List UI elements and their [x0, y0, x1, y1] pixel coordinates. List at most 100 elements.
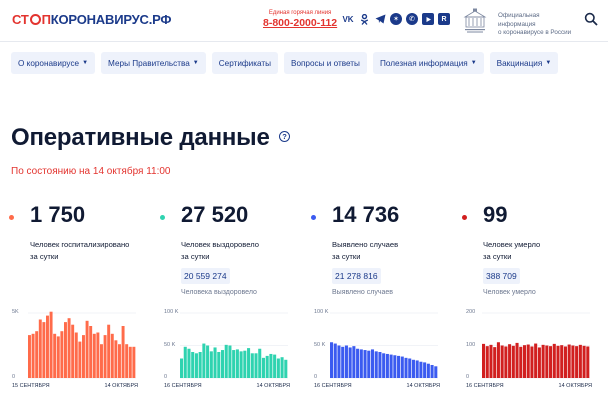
- chart-bar[interactable]: [389, 354, 393, 378]
- chart-bar[interactable]: [485, 346, 489, 378]
- chart-bar[interactable]: [191, 352, 195, 378]
- chart-bar[interactable]: [556, 345, 560, 378]
- chart-bar[interactable]: [545, 345, 549, 379]
- chart-bar[interactable]: [397, 355, 401, 378]
- chart-bar[interactable]: [71, 324, 75, 378]
- chart-bar[interactable]: [537, 347, 541, 378]
- chart-bar[interactable]: [213, 347, 217, 378]
- chart-bar[interactable]: [74, 332, 78, 379]
- chart-bar[interactable]: [284, 359, 288, 378]
- chart-bar[interactable]: [367, 350, 371, 378]
- chart-bar[interactable]: [114, 340, 118, 378]
- chart-bar[interactable]: [504, 346, 508, 378]
- chart-bar[interactable]: [356, 348, 360, 378]
- chart-bar[interactable]: [56, 336, 60, 378]
- chart-bar[interactable]: [426, 363, 430, 378]
- chart-bar[interactable]: [103, 335, 107, 378]
- chart-bar[interactable]: [385, 353, 389, 378]
- chart-bar[interactable]: [46, 315, 49, 378]
- chart-bar[interactable]: [269, 353, 273, 378]
- chart-bar[interactable]: [515, 342, 519, 378]
- chart-bar[interactable]: [493, 347, 497, 378]
- chart-bar[interactable]: [370, 349, 375, 378]
- chart-bar[interactable]: [330, 342, 334, 378]
- chart-bar[interactable]: [273, 354, 277, 378]
- chart-bar[interactable]: [586, 346, 590, 378]
- chart-bar[interactable]: [60, 331, 64, 378]
- chart-bar[interactable]: [333, 343, 337, 378]
- chart-bar[interactable]: [526, 344, 530, 378]
- chart-bar[interactable]: [194, 353, 198, 378]
- chart-bar[interactable]: [82, 335, 85, 378]
- chart-bar[interactable]: [363, 350, 367, 378]
- nav-item-about-coronavirus[interactable]: О коронавирусе ▼: [11, 52, 96, 74]
- chart-bar[interactable]: [206, 345, 210, 379]
- chart-bar[interactable]: [352, 346, 356, 378]
- chart-bar[interactable]: [511, 345, 515, 378]
- search-icon[interactable]: [584, 12, 598, 26]
- chart-bar[interactable]: [582, 345, 586, 378]
- chart-bar[interactable]: [239, 351, 243, 378]
- chart-bar[interactable]: [411, 359, 415, 378]
- chart-bar[interactable]: [276, 358, 280, 379]
- chart-bar[interactable]: [64, 322, 67, 378]
- chart-bar[interactable]: [35, 331, 39, 378]
- chart-bar[interactable]: [198, 352, 202, 378]
- chart-bar[interactable]: [563, 346, 567, 378]
- chart-bar[interactable]: [359, 349, 363, 378]
- chart-bar[interactable]: [132, 346, 136, 378]
- chart-bar[interactable]: [337, 345, 341, 379]
- chart-bar[interactable]: [220, 350, 225, 378]
- help-icon[interactable]: ?: [279, 131, 290, 142]
- chart-bar[interactable]: [496, 342, 500, 378]
- chart-bar[interactable]: [247, 348, 251, 378]
- chart-bar[interactable]: [489, 344, 493, 378]
- chart-bar[interactable]: [534, 343, 538, 378]
- chart-bar[interactable]: [235, 349, 239, 378]
- youtube-icon[interactable]: [422, 13, 434, 25]
- chart-bar[interactable]: [341, 346, 345, 378]
- chart-bar[interactable]: [382, 353, 386, 378]
- chart-bar[interactable]: [378, 352, 382, 378]
- chart-bar[interactable]: [434, 366, 438, 378]
- telegram-icon[interactable]: [374, 13, 386, 25]
- chart-bar[interactable]: [121, 326, 125, 378]
- chart-bar[interactable]: [96, 332, 100, 379]
- odnoklassniki-icon[interactable]: [358, 13, 370, 25]
- chart-bar[interactable]: [423, 362, 427, 378]
- chart-bar[interactable]: [118, 344, 121, 378]
- chart-bar[interactable]: [110, 333, 114, 378]
- chart-bar[interactable]: [404, 357, 408, 378]
- chart-bar[interactable]: [549, 346, 553, 378]
- chart-bar[interactable]: [265, 355, 269, 378]
- chart-bar[interactable]: [217, 352, 221, 378]
- chart-bar[interactable]: [49, 311, 53, 378]
- chart-bar[interactable]: [180, 358, 184, 379]
- chart-bar[interactable]: [107, 324, 111, 378]
- vk-icon[interactable]: VK: [342, 13, 354, 25]
- chart-bar[interactable]: [408, 358, 412, 379]
- chart-bar[interactable]: [344, 345, 348, 379]
- chart-bar[interactable]: [500, 345, 504, 379]
- chart-bar[interactable]: [187, 348, 191, 378]
- chart-bar[interactable]: [482, 343, 486, 378]
- chart-bar[interactable]: [261, 357, 265, 378]
- nav-item-government-measures[interactable]: Меры Правительства ▼: [101, 52, 206, 74]
- chart-bar[interactable]: [541, 344, 545, 378]
- nav-item-vaccination[interactable]: Вакцинация ▼: [489, 52, 559, 74]
- chart-bar[interactable]: [67, 318, 71, 378]
- chart-bar[interactable]: [254, 353, 258, 378]
- chart-bar[interactable]: [578, 344, 582, 378]
- chart-bar[interactable]: [209, 351, 213, 378]
- nav-item-faq[interactable]: Вопросы и ответы: [283, 52, 367, 74]
- chart-bar[interactable]: [42, 322, 46, 378]
- nav-item-useful-info[interactable]: Полезная информация ▼: [372, 52, 484, 74]
- chart-bar[interactable]: [519, 346, 523, 378]
- yandex-zen-icon[interactable]: ✶: [390, 13, 402, 25]
- chart-bar[interactable]: [92, 333, 96, 378]
- chart-bar[interactable]: [393, 355, 397, 378]
- chart-bar[interactable]: [560, 345, 564, 378]
- chart-bar[interactable]: [38, 319, 42, 379]
- chart-bar[interactable]: [348, 347, 352, 378]
- chart-bar[interactable]: [125, 344, 129, 378]
